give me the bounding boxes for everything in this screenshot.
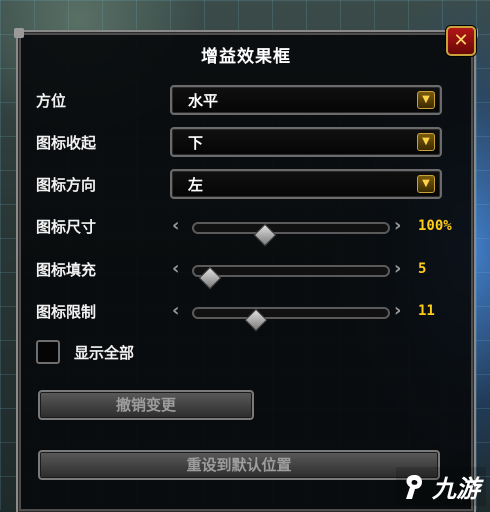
dropdown-arrow-icon[interactable]: ▼ [417,175,435,193]
show-all-label: 显示全部 [74,344,135,362]
icon-fill-label: 图标填充 [36,261,97,279]
icon-fill-slider[interactable]: ‹ › [170,257,456,290]
jiuyou-logo-icon [406,474,423,499]
chevron-left-icon[interactable]: ‹ [172,258,179,279]
slider-track[interactable] [192,222,390,247]
icon-collapse-dropdown[interactable]: 下 ▼ [170,127,442,157]
slider-track[interactable] [192,265,390,290]
icon-direction-label: 图标方向 [36,176,97,194]
position-label: 方位 [36,92,67,110]
position-dropdown[interactable]: 水平 ▼ [170,85,442,115]
chevron-right-icon[interactable]: › [394,215,401,236]
reset-position-button[interactable]: 重设到默认位置 [38,450,440,480]
icon-collapse-dropdown-value: 下 [188,134,204,152]
icon-size-label: 图标尺寸 [36,218,97,236]
frame-corner-ornament [14,28,24,38]
slider-thumb[interactable] [253,223,277,247]
icon-size-slider[interactable]: ‹ › [170,214,456,247]
watermark-text: 九游 [432,475,480,503]
buff-frame-settings-window: 增益效果框 ✕ 方位 水平 ▼ 图标收起 下 ▼ 图标方向 左 ▼ 图标尺寸 ‹… [14,26,478,512]
close-icon: ✕ [453,30,469,51]
window-title: 增益效果框 [201,47,291,67]
icon-limit-value: 11 [418,303,435,319]
icon-direction-dropdown[interactable]: 左 ▼ [170,169,442,199]
chevron-right-icon[interactable]: › [394,258,401,279]
show-all-checkbox[interactable] [36,340,60,364]
icon-limit-label: 图标限制 [36,303,97,321]
icon-collapse-label: 图标收起 [36,134,97,152]
icon-direction-dropdown-value: 左 [188,176,204,194]
undo-changes-button[interactable]: 撤销变更 [38,390,254,420]
slider-thumb[interactable] [198,266,222,290]
site-watermark: 九游 [396,467,486,506]
close-button[interactable]: ✕ [446,26,476,56]
chevron-left-icon[interactable]: ‹ [172,215,179,236]
chevron-left-icon[interactable]: ‹ [172,300,179,321]
icon-size-value: 100% [418,218,452,234]
chevron-right-icon[interactable]: › [394,300,401,321]
dropdown-arrow-icon[interactable]: ▼ [417,91,435,109]
dropdown-arrow-icon[interactable]: ▼ [417,133,435,151]
position-dropdown-value: 水平 [188,92,219,110]
slider-thumb[interactable] [245,308,268,332]
icon-fill-value: 5 [418,261,427,277]
slider-track[interactable] [192,307,390,332]
icon-limit-slider[interactable]: ‹ › [170,299,456,332]
